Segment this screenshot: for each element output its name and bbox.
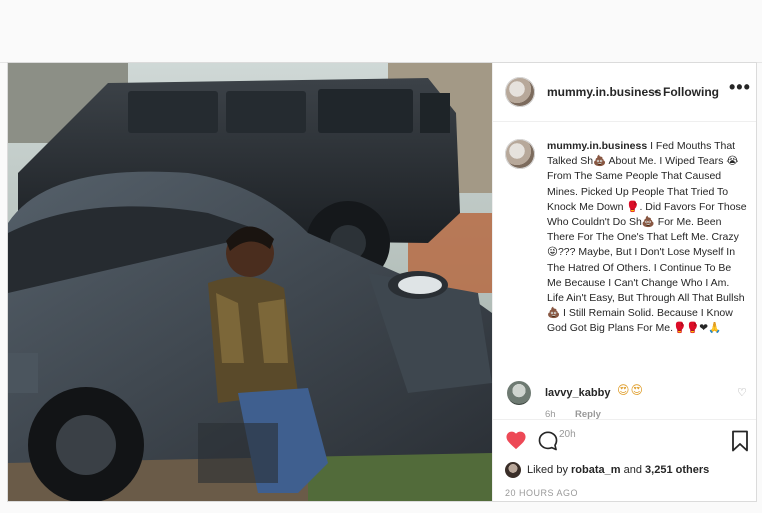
comment-bubble-icon[interactable] (537, 430, 559, 452)
likes-middle: and (620, 464, 646, 476)
post-photo-image (8, 63, 492, 501)
author-avatar[interactable] (505, 77, 535, 107)
instagram-post: mummy.in.business • Following ••• mummy.… (7, 62, 757, 502)
comment-like-icon[interactable]: ♡ (737, 386, 747, 399)
post-header: mummy.in.business • Following ••• (493, 63, 756, 122)
caption-emoji: 😜 (547, 246, 558, 259)
bookmark-icon[interactable] (731, 430, 749, 452)
post-sidebar: mummy.in.business • Following ••• mummy.… (492, 63, 756, 501)
follow-status-button[interactable]: Following (663, 85, 719, 99)
commenter-username[interactable]: lavvy_kabby (545, 387, 610, 399)
liker-avatar[interactable] (505, 462, 521, 478)
caption-emoji: 💩 (641, 216, 655, 229)
caption-emoji: 🥊 (626, 200, 640, 213)
likes-text: Liked by robata_m and 3,251 others (527, 464, 709, 476)
caption-username[interactable]: mummy.in.business (547, 140, 647, 152)
caption-part: About Me. I Wiped Tears (606, 155, 727, 168)
likes-summary: Liked by robata_m and 3,251 others (505, 462, 755, 480)
likes-prefix: Liked by (527, 464, 572, 476)
caption-emoji: 💩 (547, 307, 561, 320)
caption-emoji: 😭 (726, 155, 739, 168)
caption-emoji: 💩 (593, 155, 607, 168)
caption-part: ??? Maybe, But I Don't Lose Myself In Th… (547, 246, 745, 305)
post-photo[interactable] (8, 63, 492, 501)
post-timestamp[interactable]: 20 HOURS AGO (505, 488, 578, 498)
header-separator: • (654, 85, 659, 99)
top-bar (0, 0, 762, 63)
post-actions: Liked by robata_m and 3,251 others 20 HO… (493, 419, 756, 501)
caption-text: mummy.in.business I Fed Mouths That Talk… (547, 139, 747, 337)
caption-emoji: 🥊🥊❤🙏 (673, 322, 722, 335)
commenter-avatar[interactable] (507, 381, 531, 405)
heart-icon[interactable] (505, 430, 527, 450)
comment-text: 😍😍 (617, 383, 645, 397)
author-username[interactable]: mummy.in.business (547, 85, 661, 99)
caption-avatar[interactable] (505, 139, 535, 169)
likes-count[interactable]: 3,251 others (645, 464, 709, 476)
more-options-icon[interactable]: ••• (729, 77, 751, 98)
liker-username[interactable]: robata_m (571, 464, 621, 476)
